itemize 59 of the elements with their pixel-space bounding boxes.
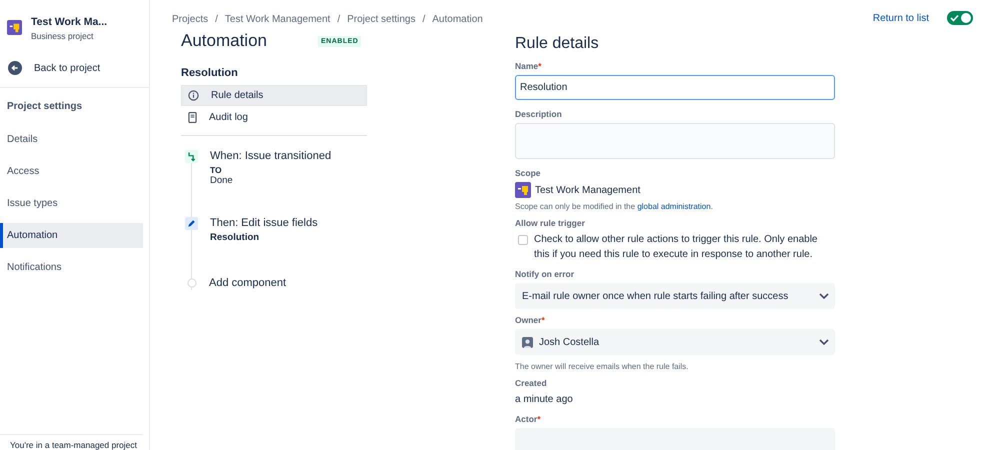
check-icon — [950, 14, 959, 22]
description-input[interactable] — [515, 123, 835, 159]
component-detail-label: TO — [210, 165, 223, 175]
sidebar-item[interactable]: Details — [0, 127, 143, 152]
project-icon — [515, 182, 531, 198]
breadcrumb-link[interactable]: Projects — [172, 14, 208, 25]
section-title: Rule details — [515, 35, 600, 53]
back-link[interactable]: Back to project — [0, 49, 149, 88]
branch-icon — [185, 150, 198, 163]
project-type: Business project — [31, 31, 94, 41]
breadcrumb-link[interactable]: Test Work Management — [224, 14, 330, 25]
name-input[interactable]: Resolution — [515, 75, 835, 100]
field-label: Scope — [515, 168, 542, 178]
component-detail-label: Resolution — [210, 232, 260, 243]
notify-select[interactable]: E-mail rule owner once when rule starts failing after success — [515, 283, 835, 309]
avatar-icon — [522, 336, 533, 348]
sidebar-item[interactable]: Automation — [0, 223, 143, 248]
component-title[interactable]: Add component — [209, 277, 286, 289]
helper-text: Scope can only be modified in the global administration. — [515, 202, 714, 211]
rule-nav-item[interactable]: Rule details — [181, 85, 367, 106]
checkbox-label: Check to allow other rule actions to trigger this rule. Only enable this if you need this rule to execute in response to another rule. — [534, 233, 818, 262]
rule-name: Resolution — [181, 67, 239, 79]
pencil-icon — [185, 217, 198, 230]
field-label: Name* — [515, 61, 542, 71]
owner-select[interactable]: Josh Costella — [515, 329, 835, 355]
chevron-down-icon — [819, 293, 829, 299]
breadcrumb-link[interactable]: Automation — [432, 14, 483, 25]
page-title: Automation — [181, 31, 267, 51]
created-value: a minute ago — [515, 394, 574, 405]
return-link[interactable]: Return to list — [872, 12, 929, 24]
field-label: Created — [515, 378, 548, 388]
component-title[interactable]: Then: Edit issue fields — [210, 217, 318, 229]
footer-note: You're in a team-managed project — [10, 440, 137, 450]
field-label: Notify on error — [515, 269, 576, 279]
sidebar-heading: Project settings — [6, 100, 84, 114]
scope-project: Test Work Management — [535, 184, 640, 196]
component-title[interactable]: When: Issue transitioned — [210, 150, 332, 162]
sidebar-item[interactable]: Notifications — [0, 255, 143, 280]
rule-nav-item[interactable]: Audit log — [181, 107, 367, 128]
field-label: Owner* — [515, 315, 546, 325]
checkbox[interactable] — [518, 235, 528, 245]
info-icon — [188, 90, 199, 101]
breadcrumb-separator: / — [215, 14, 218, 25]
project-name: Test Work Ma... — [31, 16, 108, 28]
sidebar-item[interactable]: Issue types — [0, 191, 143, 216]
chevron-down-icon — [819, 339, 829, 345]
sidebar-item[interactable]: Access — [0, 159, 143, 184]
project-icon — [7, 20, 22, 35]
breadcrumb-separator: / — [422, 14, 426, 25]
field-label: Description — [515, 109, 563, 119]
breadcrumb-link[interactable]: Project settings — [347, 14, 416, 25]
helper-text: The owner will receive emails when the rule fails. — [515, 362, 690, 371]
document-icon — [188, 112, 197, 123]
field-label: Actor* — [515, 414, 542, 424]
toggle-switch[interactable] — [947, 11, 973, 25]
admin-link[interactable]: global administration — [637, 202, 711, 211]
component-detail: Done — [210, 175, 234, 186]
field-label: Allow rule trigger — [515, 218, 586, 228]
breadcrumb-separator: / — [337, 14, 340, 25]
